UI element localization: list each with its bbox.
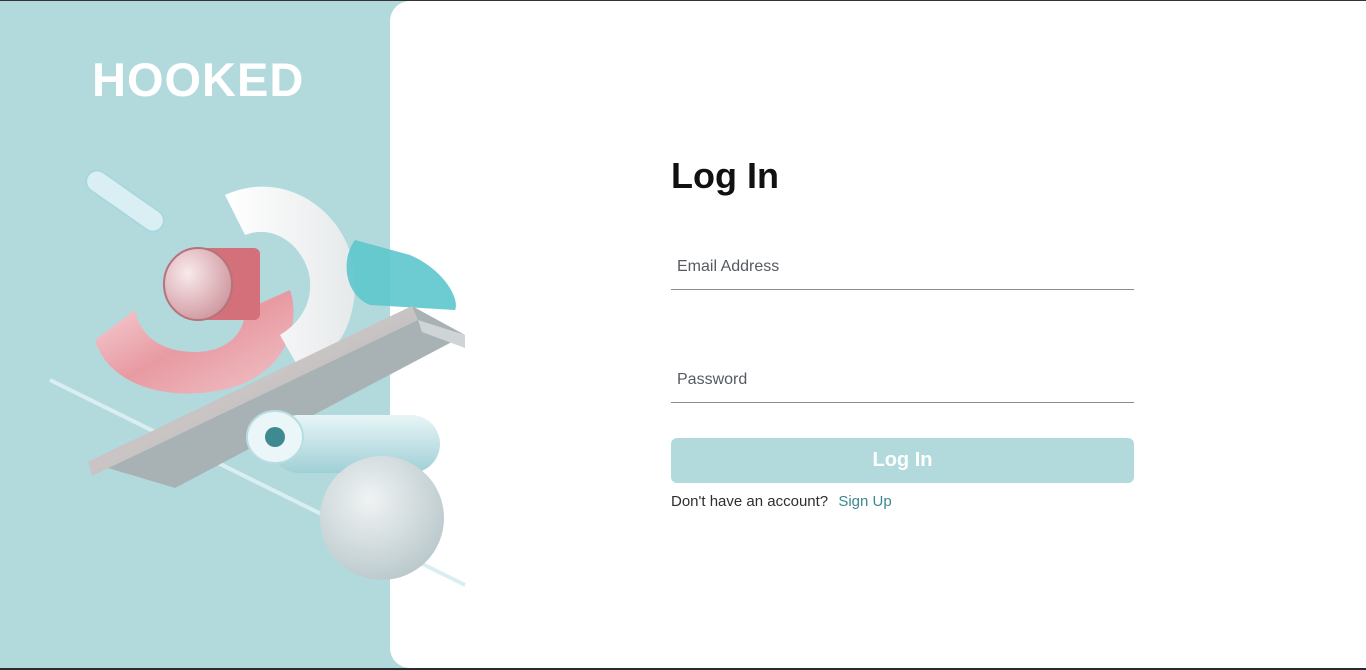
email-field-container (671, 245, 1134, 290)
abstract-3d-illustration (49, 169, 466, 587)
login-form: Log In Log In Don't have an account? Sig… (671, 155, 1134, 510)
stone-sphere-shape (320, 456, 444, 580)
cyan-half-disc-shape (346, 240, 456, 310)
page-title: Log In (671, 155, 779, 196)
glass-rod-shape (85, 169, 165, 233)
pink-cylinder-shape (163, 247, 260, 321)
password-field[interactable] (671, 358, 1134, 402)
signup-row: Don't have an account? Sign Up (671, 493, 1134, 510)
window-top-border (0, 0, 1366, 1)
brand-logo: HOOKED (92, 53, 305, 106)
signup-link[interactable]: Sign Up (838, 493, 891, 510)
password-field-container (671, 358, 1134, 403)
email-field[interactable] (671, 245, 1134, 289)
signup-prompt: Don't have an account? (671, 493, 829, 510)
login-button[interactable]: Log In (671, 438, 1134, 483)
